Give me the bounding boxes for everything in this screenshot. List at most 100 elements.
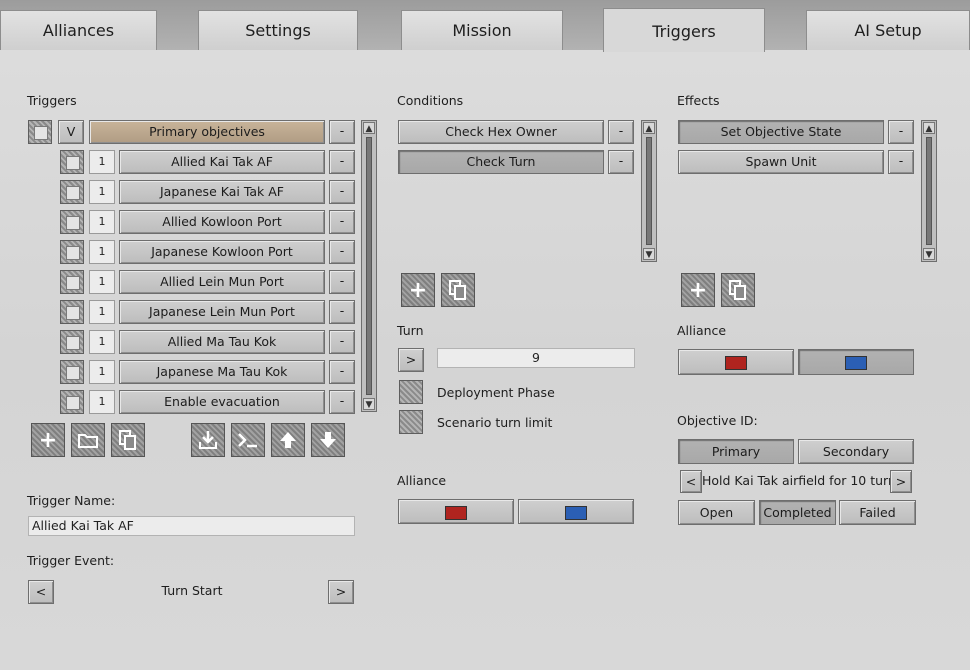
- trigger-checkbox[interactable]: [60, 390, 84, 414]
- alliance-conditions-label: Alliance: [397, 473, 447, 488]
- objective-secondary-button[interactable]: Secondary: [798, 439, 914, 464]
- remove-trigger-button[interactable]: -: [329, 390, 355, 414]
- scroll-up-arrow-icon[interactable]: ▲: [643, 122, 655, 134]
- objective-next-button[interactable]: >: [890, 470, 912, 493]
- triggers-panel: Triggers V Primary objectives - 1 Allied …: [0, 50, 970, 670]
- scroll-up-arrow-icon[interactable]: ▲: [363, 122, 375, 134]
- remove-effect-button[interactable]: -: [888, 120, 914, 144]
- arrow-down-icon[interactable]: [311, 423, 345, 457]
- effect-alliance-blue-button[interactable]: [798, 349, 914, 375]
- trigger-count[interactable]: 1: [89, 270, 115, 294]
- add-effect-icon[interactable]: +: [681, 273, 715, 307]
- trigger-checkbox[interactable]: [60, 210, 84, 234]
- objective-primary-button[interactable]: Primary: [678, 439, 794, 464]
- condition-check-hex-owner[interactable]: Check Hex Owner: [398, 120, 604, 144]
- condition-check-turn[interactable]: Check Turn: [398, 150, 604, 174]
- remove-group-button[interactable]: -: [329, 120, 355, 144]
- objective-failed-button[interactable]: Failed: [839, 500, 916, 525]
- remove-trigger-button[interactable]: -: [329, 210, 355, 234]
- objective-prev-button[interactable]: <: [680, 470, 702, 493]
- scroll-down-arrow-icon[interactable]: ▼: [363, 398, 375, 410]
- tab-settings[interactable]: Settings: [198, 10, 358, 50]
- copy-icon[interactable]: [721, 273, 755, 307]
- remove-trigger-button[interactable]: -: [329, 270, 355, 294]
- scroll-down-arrow-icon[interactable]: ▼: [643, 248, 655, 260]
- trigger-count[interactable]: 1: [89, 210, 115, 234]
- tab-ai-setup[interactable]: AI Setup: [806, 10, 970, 50]
- folder-icon[interactable]: [71, 423, 105, 457]
- remove-trigger-button[interactable]: -: [329, 150, 355, 174]
- trigger-count[interactable]: 1: [89, 330, 115, 354]
- trigger-checkbox[interactable]: [60, 300, 84, 324]
- remove-trigger-button[interactable]: -: [329, 300, 355, 324]
- tab-triggers[interactable]: Triggers: [603, 8, 765, 52]
- trigger-item[interactable]: Allied Lein Mun Port: [119, 270, 325, 294]
- effect-alliance-red-button[interactable]: [678, 349, 794, 375]
- console-icon[interactable]: [231, 423, 265, 457]
- remove-trigger-button[interactable]: -: [329, 180, 355, 204]
- trigger-checkbox[interactable]: [60, 270, 84, 294]
- scenario-turn-limit-checkbox[interactable]: [399, 410, 423, 434]
- remove-trigger-button[interactable]: -: [329, 360, 355, 384]
- conditions-scrollbar[interactable]: ▲ ▼: [641, 120, 657, 262]
- group-checkbox[interactable]: [28, 120, 52, 144]
- trigger-item[interactable]: Japanese Ma Tau Kok: [119, 360, 325, 384]
- turn-label: Turn: [397, 323, 424, 338]
- remove-trigger-button[interactable]: -: [329, 240, 355, 264]
- scroll-track[interactable]: [646, 137, 652, 245]
- objective-completed-button[interactable]: Completed: [759, 500, 836, 525]
- trigger-event-next-button[interactable]: >: [328, 580, 354, 604]
- tab-alliances[interactable]: Alliances: [0, 10, 157, 50]
- trigger-checkbox[interactable]: [60, 240, 84, 264]
- scroll-track[interactable]: [366, 137, 372, 395]
- remove-trigger-button[interactable]: -: [329, 330, 355, 354]
- trigger-item[interactable]: Japanese Lein Mun Port: [119, 300, 325, 324]
- tab-mission[interactable]: Mission: [401, 10, 563, 50]
- trigger-name-input[interactable]: Allied Kai Tak AF: [28, 516, 355, 536]
- trigger-item[interactable]: Japanese Kai Tak AF: [119, 180, 325, 204]
- scroll-up-arrow-icon[interactable]: ▲: [923, 122, 935, 134]
- alliance-blue-button[interactable]: [518, 499, 634, 524]
- copy-icon[interactable]: [441, 273, 475, 307]
- trigger-checkbox[interactable]: [60, 330, 84, 354]
- trigger-count[interactable]: 1: [89, 240, 115, 264]
- trigger-checkbox[interactable]: [60, 360, 84, 384]
- turn-operator-button[interactable]: >: [398, 348, 424, 372]
- remove-condition-button[interactable]: -: [608, 120, 634, 144]
- effect-spawn-unit[interactable]: Spawn Unit: [678, 150, 884, 174]
- trigger-group-primary-objectives[interactable]: Primary objectives: [89, 120, 325, 144]
- arrow-up-icon[interactable]: [271, 423, 305, 457]
- scroll-track[interactable]: [926, 137, 932, 245]
- copy-icon[interactable]: [111, 423, 145, 457]
- effects-scrollbar[interactable]: ▲ ▼: [921, 120, 937, 262]
- alliance-red-button[interactable]: [398, 499, 514, 524]
- trigger-count[interactable]: 1: [89, 180, 115, 204]
- trigger-count[interactable]: 1: [89, 150, 115, 174]
- trigger-event-prev-button[interactable]: <: [28, 580, 54, 604]
- triggers-scrollbar[interactable]: ▲ ▼: [361, 120, 377, 412]
- add-trigger-icon[interactable]: +: [31, 423, 65, 457]
- import-icon[interactable]: [191, 423, 225, 457]
- add-condition-icon[interactable]: +: [401, 273, 435, 307]
- trigger-item[interactable]: Allied Ma Tau Kok: [119, 330, 325, 354]
- trigger-count[interactable]: 1: [89, 360, 115, 384]
- deployment-phase-checkbox[interactable]: [399, 380, 423, 404]
- effects-label: Effects: [677, 93, 720, 108]
- objective-open-button[interactable]: Open: [678, 500, 755, 525]
- trigger-checkbox[interactable]: [60, 180, 84, 204]
- group-collapse-button[interactable]: V: [58, 120, 84, 144]
- remove-condition-button[interactable]: -: [608, 150, 634, 174]
- trigger-name-label: Trigger Name:: [27, 493, 116, 508]
- trigger-item[interactable]: Allied Kowloon Port: [119, 210, 325, 234]
- scroll-down-arrow-icon[interactable]: ▼: [923, 248, 935, 260]
- trigger-count[interactable]: 1: [89, 390, 115, 414]
- trigger-item[interactable]: Japanese Kowloon Port: [119, 240, 325, 264]
- blue-swatch: [565, 505, 587, 520]
- trigger-item[interactable]: Allied Kai Tak AF: [119, 150, 325, 174]
- trigger-item[interactable]: Enable evacuation: [119, 390, 325, 414]
- remove-effect-button[interactable]: -: [888, 150, 914, 174]
- turn-value-input[interactable]: 9: [437, 348, 635, 368]
- effect-set-objective-state[interactable]: Set Objective State: [678, 120, 884, 144]
- trigger-checkbox[interactable]: [60, 150, 84, 174]
- trigger-count[interactable]: 1: [89, 300, 115, 324]
